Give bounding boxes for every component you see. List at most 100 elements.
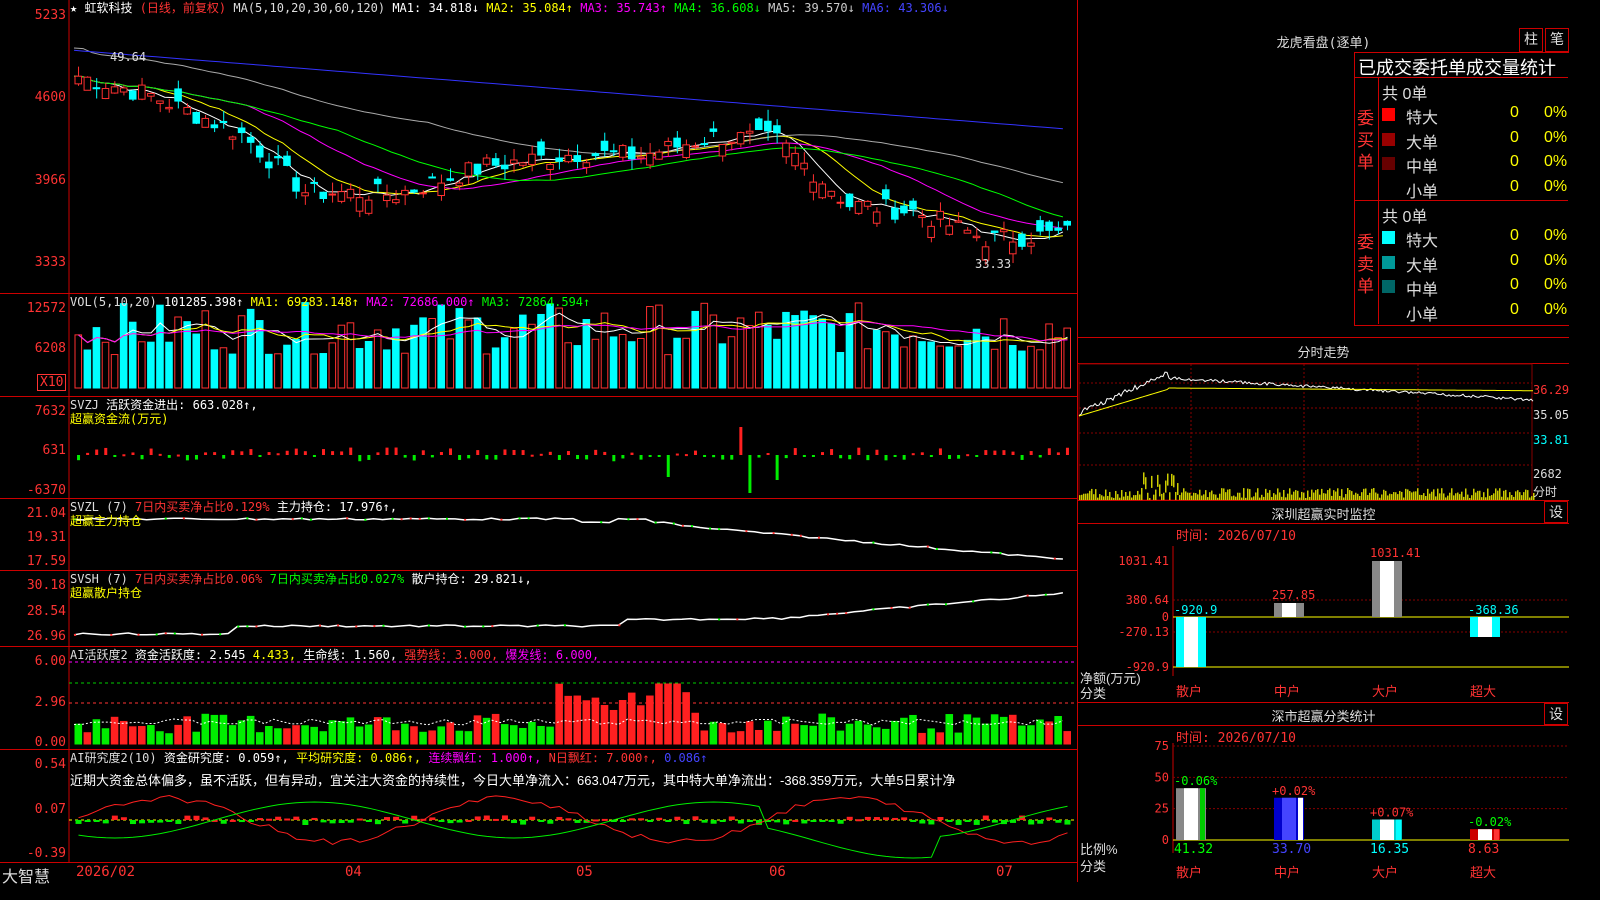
money-flow-bar xyxy=(1038,455,1042,458)
research-bar xyxy=(565,818,572,821)
minute-volume xyxy=(1255,492,1257,500)
buy-pct: 0% xyxy=(1544,153,1568,170)
ai-research-panel[interactable]: AI研究度2(10) 资金研究度: 0.059↑, 平均研究度: 0.086↑,… xyxy=(0,750,1077,863)
sc-bar-chart[interactable]: 75 50 25 0 -0.06% 41.32 散户 +0.02% 33.70 中户 +0.07% 1… xyxy=(1078,703,1569,882)
money-flow-bar xyxy=(866,455,870,461)
candle xyxy=(664,140,672,147)
kline-panel[interactable]: ★ 虹软科技 (日线，前复权) MA(5,10,20,30,60,120) MA… xyxy=(0,0,1077,294)
minute-volume xyxy=(1529,497,1531,500)
minute-chart[interactable] xyxy=(1078,338,1569,500)
buy-swatch xyxy=(1382,181,1395,195)
candle xyxy=(382,194,391,202)
brand-logo[interactable]: 大智慧 xyxy=(2,863,50,887)
research-bar xyxy=(365,820,372,822)
volume-bar xyxy=(237,315,246,389)
candle xyxy=(246,136,255,143)
tick-mark xyxy=(872,608,875,611)
buy-count: 0 xyxy=(1510,177,1519,195)
minute-volume xyxy=(1321,488,1323,500)
minute-volume xyxy=(1213,494,1215,500)
candle xyxy=(782,142,790,158)
vol-y-6208: 6208 xyxy=(34,341,66,356)
minute-volume xyxy=(1285,497,1287,500)
volume-bar xyxy=(773,338,781,389)
money-flow-bar xyxy=(639,455,643,460)
candle xyxy=(954,220,963,223)
minute-volume xyxy=(1509,492,1511,500)
kline-chart[interactable] xyxy=(0,0,1077,293)
research-bar xyxy=(619,820,626,822)
research-bar xyxy=(665,820,672,822)
activity-bar xyxy=(609,709,618,745)
candle xyxy=(128,90,137,100)
minute-volume xyxy=(1457,492,1459,500)
money-flow-bar xyxy=(485,455,489,460)
minute-volume xyxy=(1389,493,1391,500)
svzj-panel[interactable]: SVZJ 活跃资金进出: 663.028↑, 超赢资金流(万元) 7632 63… xyxy=(0,397,1077,499)
column-mode-button[interactable]: 柱 xyxy=(1519,28,1543,52)
tick-mode-button[interactable]: 笔 xyxy=(1545,28,1569,52)
minute-volume xyxy=(1111,497,1113,500)
candle xyxy=(455,182,464,187)
research-bar xyxy=(483,815,490,820)
money-flow-bar xyxy=(1029,451,1033,455)
candle xyxy=(328,193,337,196)
ai-activity-chart[interactable] xyxy=(0,647,1077,749)
tick-mark xyxy=(1053,557,1056,560)
volume-bar xyxy=(165,341,173,389)
activity-bar xyxy=(201,713,210,745)
minute-volume xyxy=(1257,488,1259,500)
tick-mark xyxy=(355,625,358,628)
activity-bar xyxy=(582,700,591,745)
research-bar xyxy=(429,817,436,820)
activity-bar xyxy=(174,724,182,745)
tick-mark xyxy=(237,625,240,628)
buy-row: 大单 0 0% xyxy=(1378,127,1568,152)
ai-activity-panel[interactable]: AI活跃度2 资金活跃度: 2.545 4.433, 生命线: 1.560, 强… xyxy=(0,647,1077,750)
activity-bar xyxy=(138,726,146,745)
minute-volume xyxy=(1231,496,1233,500)
volume-bar xyxy=(1008,345,1017,389)
minute-volume xyxy=(1467,494,1469,500)
money-flow-bar xyxy=(603,451,607,455)
candle xyxy=(283,155,291,166)
money-flow-bar xyxy=(839,455,843,459)
volume-bar xyxy=(119,303,128,389)
minute-panel[interactable]: 分时走势 36.29 35.05 33.81 2682 分时 xyxy=(1077,338,1569,501)
research-bar xyxy=(864,816,871,820)
vol-unit-badge[interactable]: X10 xyxy=(37,374,67,391)
ai-research-chart[interactable] xyxy=(0,750,1077,862)
money-flow-bar xyxy=(421,450,425,455)
money-flow-bar xyxy=(566,451,570,455)
money-flow-bar xyxy=(476,450,480,455)
research-bar xyxy=(638,818,645,821)
svzl-panel[interactable]: SVZL (7) 7日内买卖净占比0.129% 主力持仓: 17.976↑, 超… xyxy=(0,499,1077,571)
money-flow-bar xyxy=(376,452,380,455)
minute-volume xyxy=(1377,493,1379,500)
minute-volume xyxy=(1083,493,1085,500)
volume-panel[interactable]: VOL(5,10,20) 101285.398↑ MA1: 69283.148↑… xyxy=(0,294,1077,397)
minute-volume xyxy=(1387,495,1389,500)
tick-mark xyxy=(373,625,376,628)
candle xyxy=(818,183,827,199)
money-flow-bar xyxy=(185,455,189,461)
sz-class-panel[interactable]: 深市超赢分类统计 设 时间: 2026/07/10 75 50 25 0 -0.06% 4… xyxy=(1077,703,1569,882)
candle xyxy=(773,125,781,134)
sz-bar-chart[interactable]: 1031.41380.640-270.13-920.9-920.9散户257.8… xyxy=(1078,501,1569,702)
volume-chart[interactable] xyxy=(0,294,1077,396)
money-flow-bar xyxy=(158,453,162,456)
candle xyxy=(500,164,509,170)
buy-type: 特大 xyxy=(1406,110,1439,127)
minute-volume xyxy=(1165,480,1167,493)
volume-bar xyxy=(600,312,609,389)
money-flow-bar xyxy=(621,455,625,459)
activity-bar xyxy=(872,727,881,745)
minute-volume xyxy=(1413,491,1415,500)
minute-volume xyxy=(1201,495,1203,500)
minute-volume xyxy=(1237,492,1239,500)
sell-row: 大单 0 0% xyxy=(1378,250,1568,275)
vol-y-12572: 12572 xyxy=(26,301,66,316)
sz-monitor-panel[interactable]: 深圳超赢实时监控 设 时间: 2026/07/10 1031.41 380.64 0… xyxy=(1077,501,1569,703)
svsh-panel[interactable]: SVSH (7) 7日内买卖净占比0.06% 7日内买卖净占比0.027% 散户… xyxy=(0,571,1077,647)
minute-volume xyxy=(1079,495,1081,500)
